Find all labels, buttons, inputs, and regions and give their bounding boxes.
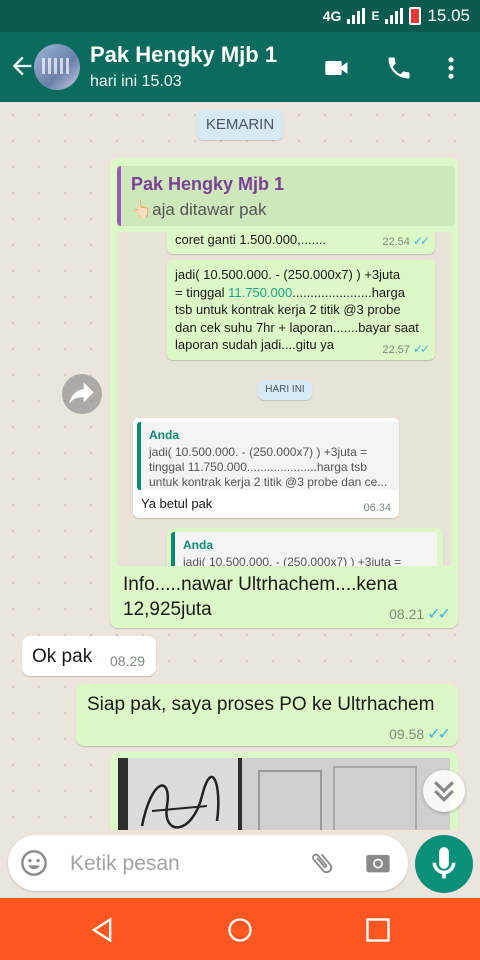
embedded-image[interactable]: coret ganti 1.500.000,....... 22.54 ✓✓ ja… (117, 232, 451, 566)
date-divider-yesterday: KEMARIN (197, 110, 283, 140)
network-type: 4G (322, 8, 342, 24)
contact-name[interactable]: Pak Hengky Mjb 1 (90, 42, 277, 68)
embedded-message-3-time: 06.34 (363, 502, 391, 514)
last-seen: hari ini 15.03 (90, 73, 182, 90)
embedded-message-2: jadi( 10.500.000. - (250.000x7) ) +3juta… (167, 260, 435, 360)
emoji-icon[interactable] (20, 849, 48, 877)
chat-header: Pak Hengky Mjb 1 hari ini 15.03 (0, 32, 480, 102)
message-text: Ok pak (32, 646, 93, 667)
network-type-2: E (371, 9, 380, 23)
message-composer: Ketik pesan (0, 830, 480, 898)
status-bar: 4G E 15.05 (0, 0, 480, 32)
clock: 15.05 (427, 6, 470, 25)
reply-quote-author: Pak Hengky Mjb 1 (131, 174, 285, 194)
embedded-message-2-time: 22.57 ✓✓ (382, 342, 430, 356)
embedded-message-3: Anda jadi( 10.500.000. - (250.000x7) ) +… (133, 418, 399, 518)
video-call-icon[interactable] (322, 54, 352, 82)
voice-message-button[interactable] (415, 835, 473, 893)
embedded-message-1-time: 22.54 ✓✓ (382, 234, 430, 248)
embedded-message-4-reply: Anda jadi( 10.500.000. - (250.000x7) ) +… (171, 532, 437, 566)
signature-sketch (140, 775, 220, 829)
back-arrow-icon[interactable] (8, 52, 36, 80)
reply-quote-text: 👆🏻aja ditawar pak (131, 200, 267, 219)
embedded-message-1-text: coret ganti 1.500.000,....... (175, 232, 327, 247)
message-time: 09.58 ✓✓ (389, 726, 451, 743)
attach-icon[interactable] (308, 849, 336, 877)
message-input[interactable]: Ketik pesan (8, 835, 408, 891)
message-bubble-incoming[interactable]: Ok pak 08.29 (22, 636, 156, 676)
embedded-reply-text: jadi( 10.500.000. - (250.000x7) ) +3juta… (149, 445, 388, 489)
embedded-date-divider-today: HARI INI (258, 380, 312, 400)
message-time: 08.29 (110, 653, 146, 669)
nav-recents-icon[interactable] (364, 916, 392, 944)
more-options-icon[interactable] (437, 54, 465, 82)
double-chevron-down-icon (434, 781, 454, 802)
battery-icon (409, 7, 422, 25)
reply-quote[interactable]: Pak Hengky Mjb 1 👆🏻aja ditawar pak (117, 166, 455, 226)
microphone-icon (432, 847, 456, 879)
message-time: 08.21 ✓✓ (389, 606, 451, 623)
signal-icon-2 (385, 8, 404, 24)
forward-button[interactable] (62, 374, 102, 414)
message-input-placeholder: Ketik pesan (70, 852, 180, 875)
contact-avatar[interactable] (34, 44, 80, 90)
embedded-message-3-text: Ya betul pak (141, 496, 213, 511)
embedded-reply-author-2: Anda (183, 538, 213, 552)
phone-call-icon[interactable] (384, 54, 414, 82)
embedded-message-1: coret ganti 1.500.000,....... 22.54 ✓✓ (167, 232, 435, 254)
image-message-bubble[interactable] (110, 752, 458, 830)
forward-icon (69, 382, 94, 404)
embedded-message-3-reply: Anda jadi( 10.500.000. - (250.000x7) ) +… (137, 422, 399, 490)
nav-back-icon[interactable] (88, 916, 116, 944)
chat-area[interactable]: KEMARIN Pak Hengky Mjb 1 👆🏻aja ditawar p… (0, 102, 480, 830)
message-bubble-outgoing[interactable]: Pak Hengky Mjb 1 👆🏻aja ditawar pak coret… (110, 158, 458, 628)
system-navigation-bar (0, 898, 480, 960)
photo-thumbnail[interactable] (118, 758, 450, 830)
embedded-reply-author: Anda (149, 428, 179, 442)
scroll-to-bottom-button[interactable] (423, 770, 465, 812)
camera-icon[interactable] (364, 849, 392, 877)
message-bubble-outgoing[interactable]: Siap pak, saya proses PO ke Ultrhachem 0… (76, 684, 458, 746)
embedded-message-4: Anda jadi( 10.500.000. - (250.000x7) ) +… (167, 528, 443, 566)
signal-icon (347, 8, 366, 24)
nav-home-icon[interactable] (226, 916, 254, 944)
embedded-reply-text-2: jadi( 10.500.000. - (250.000x7) ) +3juta… (183, 555, 402, 566)
message-text: Siap pak, saya proses PO ke Ultrhachem (87, 694, 435, 715)
embedded-message-2-text: jadi( 10.500.000. - (250.000x7) ) +3juta… (175, 267, 419, 352)
message-text: Info.....nawar Ultrhachem....kena 12,925… (123, 574, 398, 620)
